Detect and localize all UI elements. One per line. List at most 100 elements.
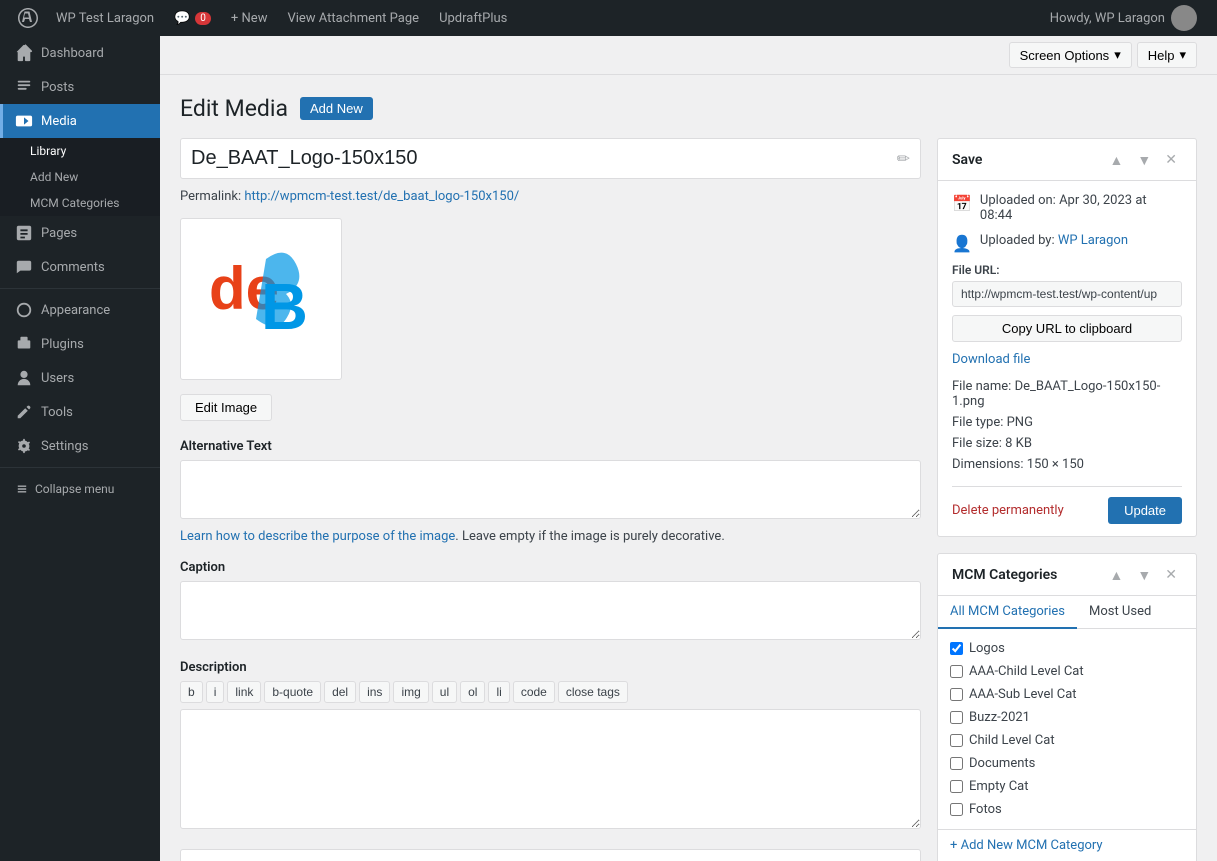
update-button[interactable]: Update	[1108, 497, 1182, 524]
file-url-input[interactable]	[952, 281, 1182, 307]
sidebar-item-posts[interactable]: Posts	[0, 70, 160, 104]
add-new-button[interactable]: Add New	[300, 97, 373, 120]
copy-url-button[interactable]: Copy URL to clipboard	[952, 315, 1182, 342]
edit-image-button[interactable]: Edit Image	[180, 394, 272, 421]
delete-link[interactable]: Delete permanently	[952, 503, 1064, 518]
tab-most-used[interactable]: Most Used	[1077, 596, 1163, 629]
top-bar: Screen Options ▾ Help ▾	[160, 36, 1217, 75]
sidebar: Dashboard Posts Media Library Add New MC…	[0, 36, 160, 861]
sidebar-sub-library[interactable]: Library	[0, 138, 160, 164]
comments-link[interactable]: 💬 0	[164, 0, 221, 36]
sidebar-sub-add-new[interactable]: Add New	[0, 164, 160, 190]
mcm-category-item: Empty Cat	[950, 775, 1184, 798]
toolbar-btn-link[interactable]: link	[227, 681, 261, 703]
view-attachment-link[interactable]: View Attachment Page	[277, 0, 429, 36]
slug-section: Slug ▲ ▼ ✕	[180, 849, 921, 861]
sidebar-item-comments[interactable]: Comments	[0, 250, 160, 284]
permalink-link[interactable]: http://wpmcm-test.test/de_baat_logo-150x…	[244, 189, 519, 204]
sidebar-sub-mcm-categories[interactable]: MCM Categories	[0, 190, 160, 216]
save-panel-title: Save	[952, 152, 982, 168]
edit-filename-icon[interactable]: ✏	[897, 149, 910, 168]
toolbar-btn-li[interactable]: li	[488, 681, 509, 703]
save-panel-controls: ▲ ▼ ✕	[1105, 149, 1182, 170]
toolbar-btn-ins[interactable]: ins	[359, 681, 390, 703]
sidebar-item-users[interactable]: Users	[0, 361, 160, 395]
mcm-checkbox-7[interactable]	[950, 803, 963, 816]
calendar-icon: 📅	[952, 194, 972, 213]
page-wrap: Edit Media Add New ✏ Permalink: http://w…	[160, 75, 1217, 861]
tab-all-mcm[interactable]: All MCM Categories	[938, 596, 1077, 629]
uploaded-by-link[interactable]: WP Laragon	[1058, 233, 1128, 248]
mcm-category-list: LogosAAA-Child Level CatAAA-Sub Level Ca…	[938, 629, 1196, 829]
save-panel: Save ▲ ▼ ✕ 📅 U	[937, 138, 1197, 537]
download-file-link[interactable]: Download file	[952, 352, 1182, 367]
toolbar-btn-i[interactable]: i	[206, 681, 225, 703]
image-preview: de B	[180, 218, 342, 380]
help-btn[interactable]: Help ▾	[1137, 42, 1197, 68]
save-panel-close-btn[interactable]: ✕	[1160, 149, 1182, 170]
slug-header[interactable]: Slug ▲ ▼ ✕	[181, 850, 920, 861]
sidebar-divider-2	[0, 467, 160, 468]
updraftplus-link[interactable]: UpdraftPlus	[429, 0, 517, 36]
wp-logo[interactable]	[10, 0, 46, 36]
mcm-checkbox-3[interactable]	[950, 711, 963, 724]
alt-text-help: Learn how to describe the purpose of the…	[180, 529, 921, 544]
sidebar-item-pages[interactable]: Pages	[0, 216, 160, 250]
content-grid: ✏ Permalink: http://wpmcm-test.test/de_b…	[180, 138, 1197, 861]
sidebar-item-appearance[interactable]: Appearance	[0, 293, 160, 327]
mcm-category-label: Child Level Cat	[969, 733, 1055, 748]
mcm-checkbox-6[interactable]	[950, 780, 963, 793]
toolbar-btn-ol[interactable]: ol	[460, 681, 485, 703]
save-panel-down-btn[interactable]: ▼	[1132, 149, 1156, 170]
toolbar-btn-code[interactable]: code	[513, 681, 555, 703]
toolbar-btn-b-quote[interactable]: b-quote	[264, 681, 321, 703]
alt-text-input[interactable]	[180, 460, 921, 519]
description-toolbar: bilinkb-quotedelinsimgulollicodeclose ta…	[180, 681, 921, 703]
mcm-panel: MCM Categories ▲ ▼ ✕ All MCM Categories …	[937, 553, 1197, 861]
delete-update-row: Delete permanently Update	[952, 486, 1182, 524]
mcm-checkbox-2[interactable]	[950, 688, 963, 701]
permalink: Permalink: http://wpmcm-test.test/de_baa…	[180, 189, 921, 204]
mcm-checkbox-5[interactable]	[950, 757, 963, 770]
add-new-mcm-link[interactable]: + Add New MCM Category	[938, 829, 1196, 861]
mcm-checkbox-1[interactable]	[950, 665, 963, 678]
mcm-up-btn[interactable]: ▲	[1105, 564, 1129, 585]
media-submenu: Library Add New MCM Categories	[0, 138, 160, 216]
alt-text-help-link[interactable]: Learn how to describe the purpose of the…	[180, 529, 455, 544]
site-name[interactable]: WP Test Laragon	[46, 0, 164, 36]
page-title: Edit Media	[180, 95, 288, 122]
mcm-panel-controls: ▲ ▼ ✕	[1105, 564, 1182, 585]
uploaded-on-text: Uploaded on: Apr 30, 2023 at 08:44	[980, 193, 1182, 223]
description-input[interactable]	[180, 709, 921, 829]
save-panel-up-btn[interactable]: ▲	[1105, 149, 1129, 170]
mcm-close-btn[interactable]: ✕	[1160, 564, 1182, 585]
mcm-category-label: Logos	[969, 641, 1005, 656]
description-section: Description bilinkb-quotedelinsimgulolli…	[180, 660, 921, 833]
sidebar-item-settings[interactable]: Settings	[0, 429, 160, 463]
mcm-checkbox-0[interactable]	[950, 642, 963, 655]
filename-input[interactable]	[191, 147, 897, 170]
mcm-checkbox-4[interactable]	[950, 734, 963, 747]
toolbar-btn-b[interactable]: b	[180, 681, 203, 703]
avatar	[1171, 5, 1197, 31]
page-header: Edit Media Add New	[180, 95, 1197, 122]
caption-input[interactable]	[180, 581, 921, 640]
toolbar-btn-close-tags[interactable]: close tags	[558, 681, 628, 703]
sidebar-item-dashboard[interactable]: Dashboard	[0, 36, 160, 70]
file-size-info: File size: 8 KB	[952, 436, 1182, 451]
sidebar-item-plugins[interactable]: Plugins	[0, 327, 160, 361]
screen-options-btn[interactable]: Screen Options ▾	[1009, 42, 1132, 68]
sidebar-item-media[interactable]: Media	[0, 104, 160, 138]
mcm-category-item: AAA-Sub Level Cat	[950, 683, 1184, 706]
collapse-menu-btn[interactable]: Collapse menu	[0, 472, 160, 506]
mcm-down-btn[interactable]: ▼	[1132, 564, 1156, 585]
mcm-category-label: Fotos	[969, 802, 1002, 817]
sidebar-divider	[0, 288, 160, 289]
new-content-link[interactable]: + New	[221, 0, 278, 36]
toolbar-btn-img[interactable]: img	[393, 681, 428, 703]
save-panel-body: 📅 Uploaded on: Apr 30, 2023 at 08:44 👤	[938, 181, 1196, 536]
toolbar-btn-ul[interactable]: ul	[432, 681, 457, 703]
content-main: ✏ Permalink: http://wpmcm-test.test/de_b…	[180, 138, 921, 861]
sidebar-item-tools[interactable]: Tools	[0, 395, 160, 429]
toolbar-btn-del[interactable]: del	[324, 681, 356, 703]
